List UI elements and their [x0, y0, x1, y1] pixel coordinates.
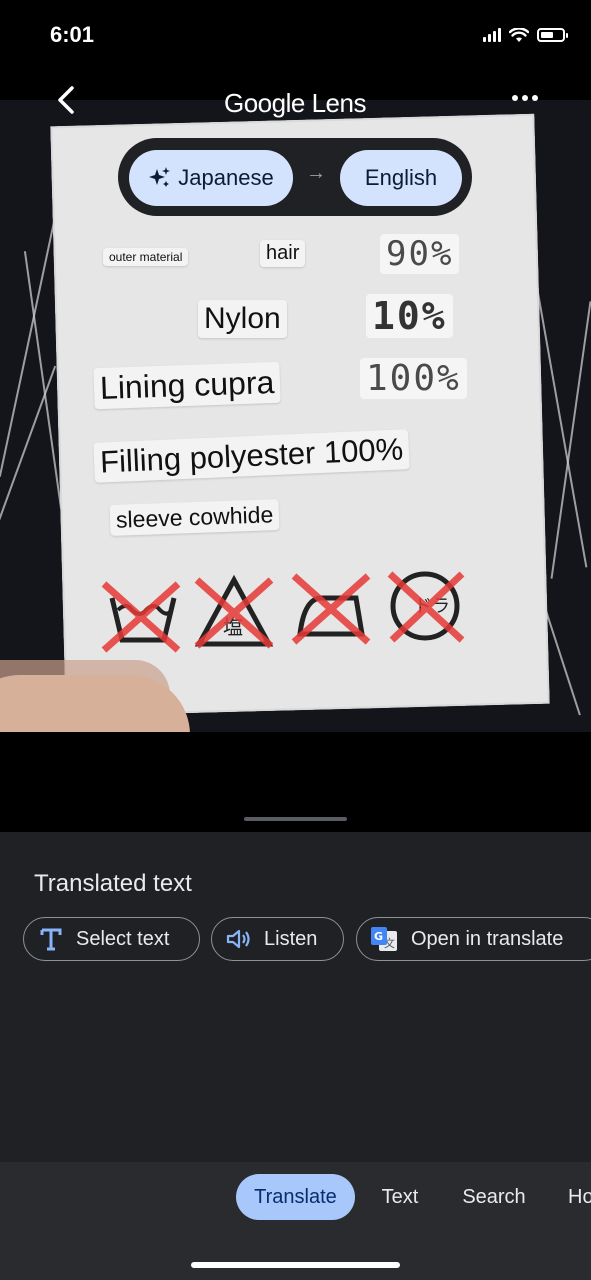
- select-text-label: Select text: [76, 927, 170, 950]
- page-title: Google Lens: [224, 88, 366, 119]
- tab-translate[interactable]: Translate: [236, 1174, 355, 1220]
- overlay-hair[interactable]: hair: [260, 240, 306, 267]
- finger-tip: [0, 675, 190, 732]
- sheet-title: Translated text: [34, 870, 192, 897]
- no-wash-icon: [101, 581, 181, 653]
- speaker-icon: [226, 929, 250, 949]
- overlay-nylon-percent[interactable]: 10%: [366, 294, 453, 338]
- text-t-icon: [40, 928, 62, 951]
- title-brand: Google: [224, 88, 305, 118]
- back-arrow-icon[interactable]: [54, 86, 80, 114]
- language-switcher: Japanese → English: [118, 138, 472, 216]
- cellular-signal-icon: [483, 28, 501, 42]
- no-iron-icon: [291, 573, 371, 645]
- select-text-button[interactable]: Select text: [23, 917, 200, 961]
- sheet-drag-handle[interactable]: [244, 817, 347, 821]
- overlay-lining-percent[interactable]: 100%: [360, 358, 467, 399]
- status-icons: [483, 26, 568, 44]
- open-in-translate-label: Open in translate: [411, 927, 564, 950]
- source-language-button[interactable]: Japanese: [129, 150, 293, 206]
- status-time: 6:01: [50, 22, 95, 47]
- swap-arrow-icon: →: [306, 162, 326, 184]
- overlay-hair-percent[interactable]: 90%: [380, 234, 460, 274]
- sparkle-icon: [149, 167, 171, 187]
- target-language-label: English: [364, 165, 438, 190]
- listen-label: Listen: [264, 927, 318, 950]
- no-bleach-icon: 塩: [194, 574, 274, 649]
- overlay-outer-material[interactable]: outer material: [103, 248, 189, 266]
- open-in-translate-button[interactable]: 文 G Open in translate: [356, 917, 591, 961]
- wifi-icon: [509, 27, 529, 42]
- home-indicator[interactable]: [191, 1262, 400, 1268]
- target-language-button[interactable]: English: [340, 150, 462, 206]
- svg-text:G: G: [374, 930, 383, 943]
- tab-homework[interactable]: Ho: [568, 1174, 591, 1220]
- google-translate-icon: 文 G: [371, 927, 397, 951]
- tab-search[interactable]: Search: [452, 1174, 536, 1220]
- battery-icon: [537, 28, 568, 42]
- more-options-icon[interactable]: [512, 95, 540, 105]
- source-language-label: Japanese: [178, 165, 274, 190]
- overlay-lining[interactable]: Lining cupra: [93, 361, 282, 410]
- tab-text[interactable]: Text: [368, 1174, 432, 1220]
- overlay-sleeve[interactable]: sleeve cowhide: [109, 499, 280, 536]
- listen-button[interactable]: Listen: [211, 917, 344, 961]
- overlay-nylon[interactable]: Nylon: [198, 300, 287, 338]
- title-product: Lens: [311, 88, 367, 118]
- no-dryclean-icon: ドラ: [387, 571, 465, 643]
